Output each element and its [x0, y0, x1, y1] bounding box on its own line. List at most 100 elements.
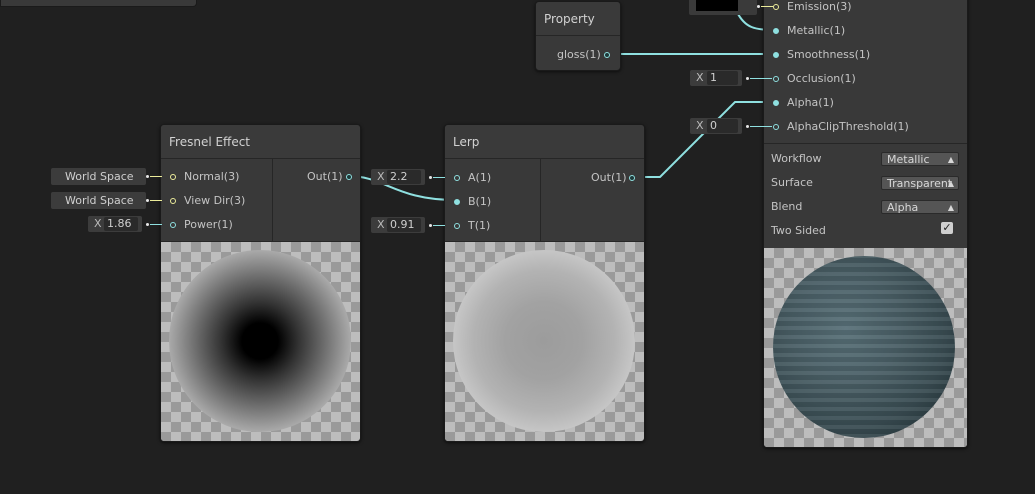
port-label: Power(1)	[184, 218, 233, 231]
connector-dot	[746, 77, 749, 80]
port-out-dot[interactable]	[346, 174, 352, 180]
occlusion-default-field[interactable]: X 1	[690, 70, 742, 86]
connector-line	[433, 225, 445, 226]
lerp-a-default-field[interactable]: X 2.2	[371, 169, 425, 185]
property-node[interactable]: Property gloss(1)	[535, 1, 621, 71]
node-title[interactable]: Lerp	[445, 125, 644, 159]
port-a-dot[interactable]	[454, 175, 460, 181]
dropdown-value: Metallic	[887, 153, 930, 166]
master-preview-sphere	[773, 256, 955, 438]
connector-dot	[429, 224, 432, 227]
alpha-clip-default-field[interactable]: X 0	[690, 118, 742, 134]
port-label: Smoothness(1)	[787, 48, 871, 61]
port-out-dot[interactable]	[629, 175, 635, 181]
connector-line	[750, 78, 772, 79]
surface-dropdown[interactable]: Transparent ▲︎	[881, 176, 959, 190]
x-label: X	[377, 170, 385, 183]
connector-line	[150, 176, 162, 177]
x-label: X	[94, 217, 102, 230]
connector-dot	[146, 175, 149, 178]
lerp-t-default-field[interactable]: X 0.91	[371, 217, 425, 233]
connector-line	[433, 177, 445, 178]
port-alpha-clip-dot[interactable]	[773, 124, 779, 130]
connector-dot	[429, 176, 432, 179]
normal-space-field[interactable]: World Space	[51, 168, 146, 185]
dropdown-arrow-icon: ▲︎	[947, 203, 954, 212]
port-power-dot[interactable]	[170, 222, 176, 228]
port-label: Emission(3)	[787, 0, 852, 13]
occlusion-value[interactable]: 1	[707, 71, 738, 85]
viewdir-space-value: World Space	[65, 194, 134, 207]
connector-line	[750, 126, 772, 127]
fresnel-effect-node[interactable]: Fresnel Effect Normal(3) View Dir(3) Pow…	[160, 124, 361, 442]
port-label: Metallic(1)	[787, 24, 846, 37]
fresnel-preview	[161, 242, 360, 441]
port-label: View Dir(3)	[184, 194, 246, 207]
port-occlusion-dot[interactable]	[773, 76, 779, 82]
check-icon: ✓	[942, 221, 952, 234]
port-label: Out(1)	[591, 171, 627, 184]
port-out[interactable]: Out(1)	[591, 168, 635, 188]
port-alpha-dot[interactable]	[773, 100, 779, 106]
two-sided-checkbox[interactable]: ✓	[941, 222, 953, 234]
port-normal-dot[interactable]	[170, 174, 176, 180]
dropdown-value: Transparent	[887, 177, 953, 190]
port-label: Normal(3)	[184, 170, 240, 183]
port-label: A(1)	[468, 171, 492, 184]
lerp-preview-sphere	[453, 250, 635, 432]
port-t-dot[interactable]	[454, 223, 460, 229]
connector-dot	[757, 5, 760, 8]
node-title[interactable]: Fresnel Effect	[161, 125, 360, 159]
port-label: B(1)	[468, 195, 492, 208]
connector-line	[150, 224, 162, 225]
port-gloss[interactable]: gloss(1)	[557, 45, 610, 65]
blend-setting: Blend	[771, 197, 802, 217]
lerp-preview	[445, 242, 644, 441]
port-label: Occlusion(1)	[787, 72, 856, 85]
emission-color-swatch[interactable]	[689, 0, 757, 15]
port-label: gloss(1)	[557, 48, 601, 61]
power-value[interactable]: 1.86	[104, 217, 138, 231]
port-emission-dot[interactable]	[773, 4, 779, 10]
two-sided-setting: Two Sided	[771, 221, 826, 241]
power-default-field[interactable]: X 1.86	[88, 216, 142, 232]
setting-label: Two Sided	[771, 224, 826, 237]
shader-graph-canvas[interactable]: Fresnel Effect Normal(3) View Dir(3) Pow…	[0, 0, 1035, 494]
port-smoothness-dot[interactable]	[773, 52, 779, 58]
setting-label: Blend	[771, 200, 803, 213]
alpha-clip-value[interactable]: 0	[707, 119, 738, 133]
dropdown-arrow-icon: ▲︎	[947, 179, 954, 188]
lerp-a-value[interactable]: 2.2	[387, 170, 421, 184]
connector-dot	[146, 199, 149, 202]
node-title[interactable]: Property	[536, 2, 620, 36]
master-preview	[764, 248, 967, 447]
x-label: X	[696, 71, 704, 84]
port-metallic-dot[interactable]	[773, 28, 779, 34]
port-view-dir-dot[interactable]	[170, 198, 176, 204]
port-label: Alpha(1)	[787, 96, 834, 109]
lerp-node[interactable]: Lerp A(1) B(1) T(1) Out(1)	[444, 124, 645, 442]
x-label: X	[377, 218, 385, 231]
surface-setting: Surface	[771, 173, 813, 193]
wire-lerp-to-alpha	[632, 101, 775, 178]
port-label: Out(1)	[307, 170, 343, 183]
port-gloss-dot[interactable]	[604, 52, 610, 58]
x-label: X	[696, 119, 704, 132]
workflow-setting: Workflow	[771, 149, 822, 169]
lerp-t-value[interactable]: 0.91	[387, 218, 421, 232]
dropdown-value: Alpha	[887, 201, 919, 214]
port-b-dot[interactable]	[454, 199, 460, 205]
port-label: T(1)	[468, 219, 491, 232]
viewdir-space-field[interactable]: World Space	[51, 192, 146, 209]
master-node[interactable]: Emission(3) Metallic(1) Smoothness(1) Oc…	[763, 0, 968, 448]
offscreen-node-corner	[0, 0, 197, 7]
dropdown-arrow-icon: ▲︎	[947, 155, 954, 164]
settings-divider	[764, 143, 967, 144]
connector-line	[761, 6, 773, 7]
setting-label: Surface	[771, 176, 813, 189]
connector-dot	[746, 125, 749, 128]
connector-line	[150, 200, 162, 201]
blend-dropdown[interactable]: Alpha ▲︎	[881, 200, 959, 214]
workflow-dropdown[interactable]: Metallic ▲︎	[881, 152, 959, 166]
port-out[interactable]: Out(1)	[307, 167, 352, 187]
